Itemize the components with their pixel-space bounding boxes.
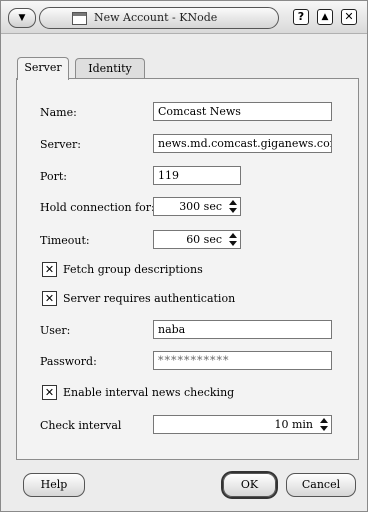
dialog-window: ▼ New Account - KNode ? ▲ ✕ Server Ident… [0, 0, 368, 512]
help-title-button[interactable]: ? [293, 9, 309, 25]
window-title: New Account - KNode [94, 11, 218, 24]
question-icon: ? [297, 10, 305, 23]
hold-connection-spinbox[interactable]: 300 sec [153, 197, 241, 216]
help-button[interactable]: Help [23, 473, 85, 497]
password-label: Password: [40, 355, 97, 368]
chevron-down-icon: ▼ [18, 13, 26, 23]
title-bar: ▼ New Account - KNode ? ▲ ✕ [1, 1, 367, 34]
tab-server[interactable]: Server [17, 57, 69, 80]
help-button-label: Help [40, 478, 68, 491]
window-app-icon [72, 12, 87, 25]
port-field[interactable]: 119 [153, 166, 241, 185]
name-label: Name: [40, 106, 77, 119]
spin-arrows-icon[interactable] [228, 200, 238, 213]
timeout-label: Timeout: [40, 234, 90, 247]
check-interval-value: 10 min [274, 418, 313, 431]
ok-button-label: OK [240, 478, 259, 491]
name-field[interactable]: Comcast News [153, 102, 332, 121]
hold-connection-label: Hold connection for: [40, 201, 155, 214]
cancel-button-label: Cancel [301, 478, 341, 491]
cancel-button[interactable]: Cancel [286, 473, 356, 497]
port-label: Port: [40, 170, 67, 183]
tab-identity-label: Identity [88, 62, 132, 75]
fetch-descriptions-checkbox[interactable]: ✕ [42, 262, 57, 277]
tab-identity[interactable]: Identity [75, 58, 145, 79]
tab-server-label: Server [24, 61, 62, 74]
fetch-descriptions-label[interactable]: Fetch group descriptions [63, 263, 203, 276]
title-pill[interactable]: New Account - KNode [39, 7, 279, 29]
window-menu-button[interactable]: ▼ [8, 8, 36, 28]
close-icon: ✕ [344, 10, 354, 23]
ok-button[interactable]: OK [223, 473, 276, 497]
checkmark-icon: ✕ [44, 263, 55, 276]
server-label: Server: [40, 138, 81, 151]
checkmark-icon: ✕ [44, 386, 55, 399]
auth-required-label[interactable]: Server requires authentication [63, 292, 235, 305]
maximize-icon: ▲ [321, 12, 329, 22]
user-label: User: [40, 324, 71, 337]
hold-connection-value: 300 sec [179, 200, 222, 213]
password-field[interactable]: *********** [153, 351, 332, 370]
interval-checking-label[interactable]: Enable interval news checking [63, 386, 234, 399]
checkmark-icon: ✕ [44, 292, 55, 305]
close-button[interactable]: ✕ [341, 9, 357, 25]
timeout-spinbox[interactable]: 60 sec [153, 230, 241, 249]
maximize-button[interactable]: ▲ [317, 9, 333, 25]
check-interval-label: Check interval [40, 419, 122, 432]
auth-required-checkbox[interactable]: ✕ [42, 291, 57, 306]
server-field[interactable]: news.md.comcast.giganews.com [153, 134, 332, 153]
interval-checking-checkbox[interactable]: ✕ [42, 385, 57, 400]
timeout-value: 60 sec [186, 233, 222, 246]
spin-arrows-icon[interactable] [228, 233, 238, 246]
check-interval-spinbox[interactable]: 10 min [153, 415, 332, 434]
spin-arrows-icon[interactable] [319, 418, 329, 431]
user-field[interactable]: naba [153, 320, 332, 339]
